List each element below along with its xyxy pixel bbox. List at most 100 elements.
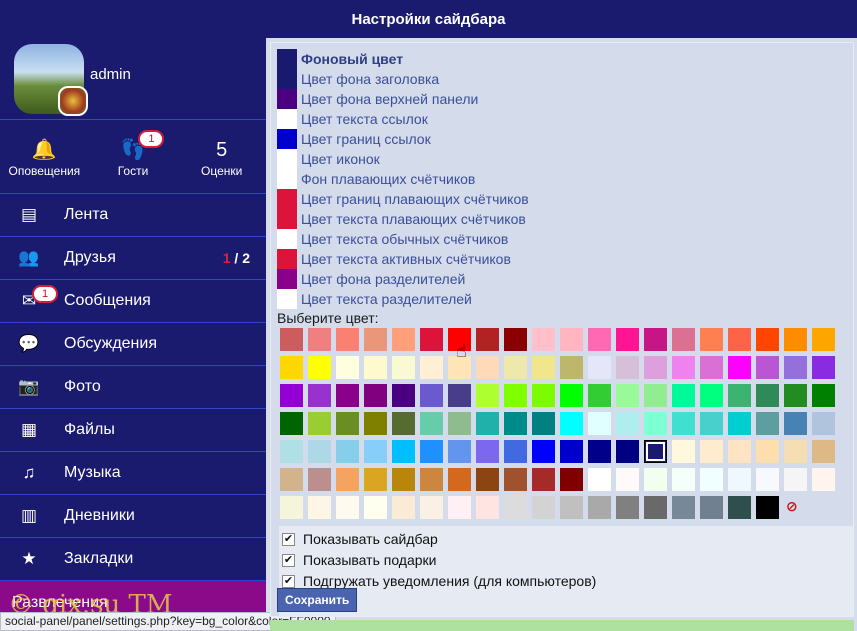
palette-color[interactable]	[476, 328, 499, 351]
palette-color[interactable]	[728, 384, 751, 407]
palette-color[interactable]	[336, 468, 359, 491]
palette-color[interactable]	[280, 412, 303, 435]
color-setting-label[interactable]: Цвет иконок	[301, 151, 380, 167]
color-setting-row[interactable]: Фоновый цвет	[277, 49, 403, 69]
palette-color[interactable]	[448, 412, 471, 435]
palette-color[interactable]	[616, 384, 639, 407]
palette-color[interactable]	[588, 440, 611, 463]
palette-color[interactable]	[672, 468, 695, 491]
palette-color[interactable]	[812, 440, 835, 463]
palette-color[interactable]	[392, 468, 415, 491]
palette-color[interactable]	[336, 496, 359, 519]
palette-color[interactable]	[336, 384, 359, 407]
avatar[interactable]	[14, 43, 88, 116]
palette-color[interactable]	[308, 468, 331, 491]
color-setting-label[interactable]: Цвет текста разделителей	[301, 291, 472, 307]
palette-color[interactable]	[476, 440, 499, 463]
palette-color[interactable]	[644, 384, 667, 407]
palette-color[interactable]	[756, 328, 779, 351]
palette-color[interactable]	[644, 356, 667, 379]
no-color-icon[interactable]: ⊘	[786, 498, 798, 515]
color-setting-row[interactable]: Цвет фона верхней панели	[277, 89, 478, 109]
palette-color[interactable]	[532, 496, 555, 519]
palette-color[interactable]	[588, 412, 611, 435]
palette-color[interactable]	[728, 328, 751, 351]
palette-color[interactable]	[336, 412, 359, 435]
palette-color[interactable]	[308, 328, 331, 351]
palette-color[interactable]	[728, 496, 751, 519]
palette-color[interactable]	[560, 468, 583, 491]
palette-color[interactable]	[756, 496, 779, 519]
color-setting-row[interactable]: Цвет текста разделителей	[277, 289, 472, 309]
palette-color[interactable]	[476, 384, 499, 407]
palette-color[interactable]	[308, 496, 331, 519]
palette-color[interactable]	[504, 328, 527, 351]
palette-color[interactable]	[532, 440, 555, 463]
palette-color[interactable]	[504, 440, 527, 463]
palette-color[interactable]	[728, 412, 751, 435]
color-setting-label[interactable]: Цвет текста плавающих счётчиков	[301, 211, 526, 227]
palette-color[interactable]	[420, 468, 443, 491]
sidebar-item-mail[interactable]: ✉ Сообщения 1	[0, 280, 266, 323]
palette-color[interactable]	[364, 496, 387, 519]
color-setting-label[interactable]: Цвет границ плавающих счётчиков	[301, 191, 529, 207]
color-setting-row[interactable]: Цвет текста плавающих счётчиков	[277, 209, 526, 229]
palette-color[interactable]	[364, 356, 387, 379]
palette-color[interactable]	[420, 356, 443, 379]
palette-color[interactable]	[812, 412, 835, 435]
palette-color[interactable]	[336, 440, 359, 463]
color-setting-label[interactable]: Цвет текста ссылок	[301, 111, 428, 127]
palette-color[interactable]	[560, 496, 583, 519]
palette-color[interactable]	[308, 440, 331, 463]
save-button[interactable]: Сохранить	[277, 588, 358, 612]
palette-color[interactable]	[644, 328, 667, 351]
palette-color[interactable]	[672, 496, 695, 519]
palette-color[interactable]	[504, 468, 527, 491]
palette-color[interactable]	[420, 384, 443, 407]
color-setting-label[interactable]: Фоновый цвет	[301, 51, 403, 67]
palette-color[interactable]	[728, 440, 751, 463]
color-setting-label[interactable]: Цвет фона заголовка	[301, 71, 439, 87]
color-setting-row[interactable]: Цвет границ плавающих счётчиков	[277, 189, 529, 209]
color-setting-label[interactable]: Цвет фона верхней панели	[301, 91, 478, 107]
palette-color[interactable]	[336, 356, 359, 379]
palette-color[interactable]	[504, 384, 527, 407]
palette-color[interactable]	[700, 496, 723, 519]
sidebar-item-diary[interactable]: ▥ Дневники	[0, 495, 266, 538]
color-setting-label[interactable]: Цвет текста обычных счётчиков	[301, 231, 508, 247]
sidebar-item-feed[interactable]: ▤ Лента	[0, 194, 266, 237]
palette-color[interactable]	[672, 412, 695, 435]
palette-color[interactable]	[560, 384, 583, 407]
color-setting-row[interactable]: Цвет фона заголовка	[277, 69, 439, 89]
option-row[interactable]: ✔ Показывать подарки	[279, 550, 853, 570]
checkbox[interactable]: ✔	[282, 553, 295, 567]
color-setting-row[interactable]: Цвет текста активных счётчиков	[277, 249, 511, 269]
palette-color[interactable]	[588, 328, 611, 351]
color-setting-label[interactable]: Цвет границ ссылок	[301, 131, 431, 147]
palette-color[interactable]	[532, 328, 555, 351]
palette-color[interactable]	[476, 468, 499, 491]
palette-color[interactable]	[560, 440, 583, 463]
palette-color[interactable]	[756, 384, 779, 407]
palette-color[interactable]	[700, 412, 723, 435]
palette-color[interactable]	[532, 356, 555, 379]
palette-color[interactable]	[812, 328, 835, 351]
sidebar-item-music[interactable]: ♫ Музыка	[0, 452, 266, 495]
palette-color[interactable]	[784, 468, 807, 491]
palette-color[interactable]	[364, 440, 387, 463]
palette-color[interactable]	[420, 440, 443, 463]
palette-color[interactable]	[672, 384, 695, 407]
quick-link-rating[interactable]: 5 Оценки	[177, 120, 266, 193]
palette-color[interactable]	[672, 356, 695, 379]
color-setting-row[interactable]: Цвет текста обычных счётчиков	[277, 229, 508, 249]
palette-color[interactable]	[644, 412, 667, 435]
palette-color[interactable]	[784, 356, 807, 379]
color-setting-label[interactable]: Фон плавающих счётчиков	[301, 171, 475, 187]
palette-color[interactable]	[560, 328, 583, 351]
palette-color[interactable]	[280, 328, 303, 351]
color-setting-row[interactable]: Цвет иконок	[277, 149, 380, 169]
palette-color[interactable]	[812, 468, 835, 491]
profile-block[interactable]: admin	[0, 38, 266, 120]
palette-color[interactable]	[616, 440, 639, 463]
palette-color[interactable]	[448, 468, 471, 491]
